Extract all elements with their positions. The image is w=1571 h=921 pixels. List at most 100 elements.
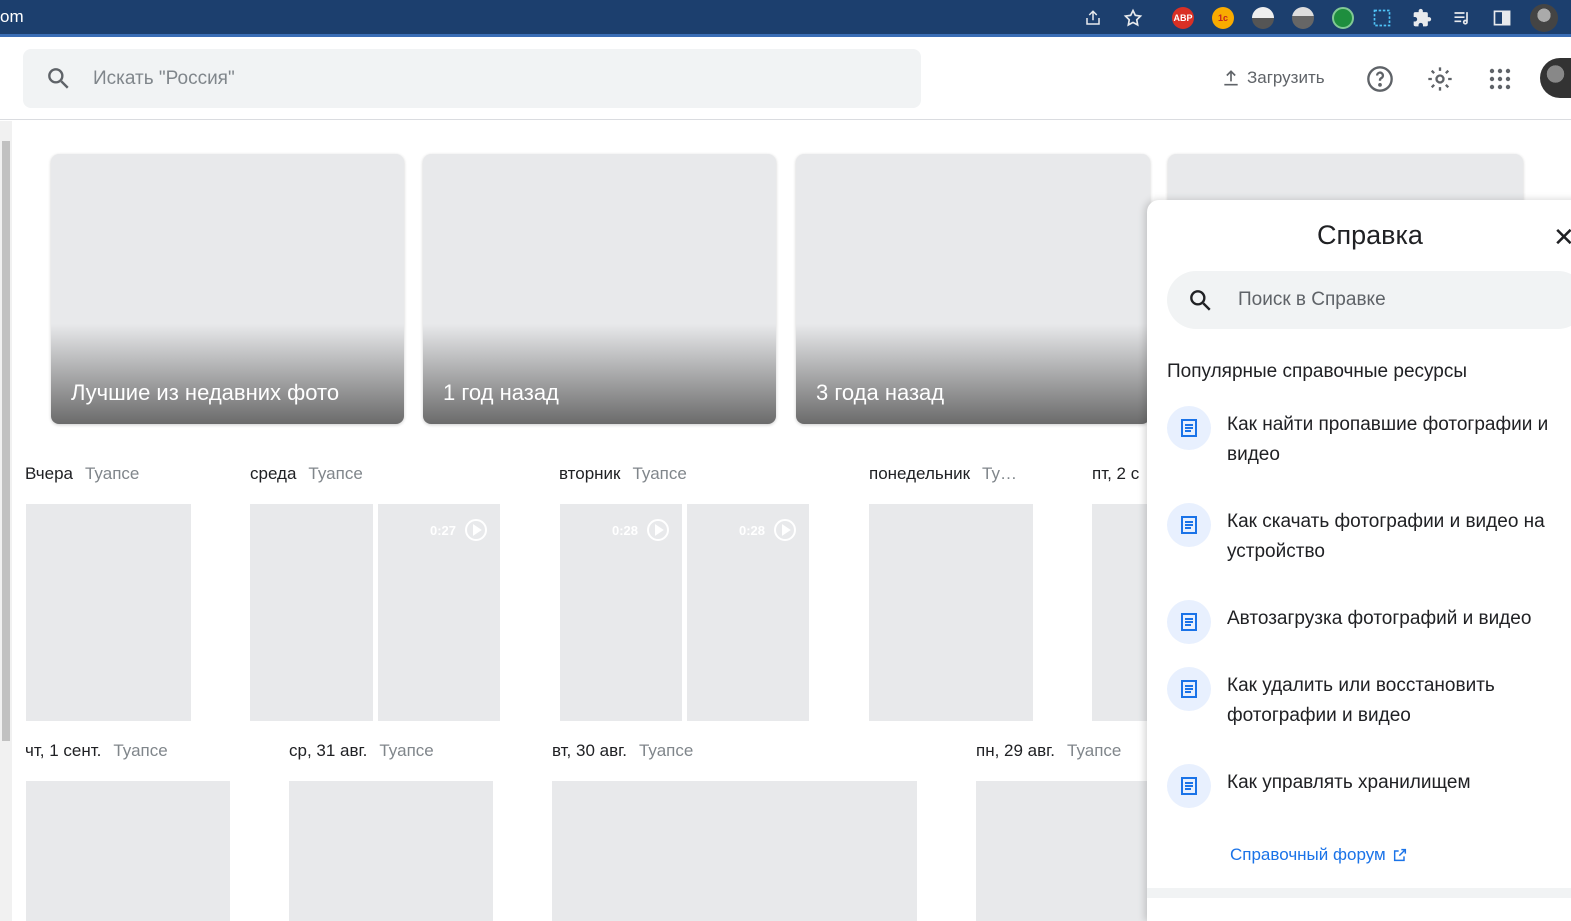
date-group-header: понедельник Ту… <box>869 464 1017 484</box>
memory-label: 1 год назад <box>443 380 559 405</box>
forum-label[interactable]: Справочный форум <box>1230 845 1386 865</box>
video-duration: 0:28 <box>739 518 797 542</box>
help-search-input[interactable]: Поиск в Справке <box>1238 289 1386 311</box>
photo-thumbnail[interactable] <box>552 781 917 921</box>
photo-thumbnail[interactable] <box>869 504 1033 721</box>
date-group-header: пт, 2 с <box>1092 464 1139 484</box>
play-circle-icon <box>465 519 487 541</box>
date-group-header: ср, 31 авг. Туапсе <box>289 741 434 761</box>
date-label: понедельник <box>869 464 971 483</box>
scrollbar-thumb[interactable] <box>2 141 10 741</box>
location-link[interactable]: Туапсе <box>1067 741 1121 760</box>
help-icon[interactable] <box>1366 65 1394 93</box>
location-link[interactable]: Туапсе <box>379 741 433 760</box>
external-link-icon <box>1393 848 1406 862</box>
photo-thumbnail[interactable] <box>289 781 493 921</box>
memory-gradient <box>796 324 1150 424</box>
help-title: Справка <box>1317 220 1423 250</box>
date-label: ср, 31 авг. <box>289 741 368 760</box>
memory-gradient <box>423 324 776 424</box>
resource-label[interactable]: Как удалить или восстановить фотографии … <box>1227 671 1571 731</box>
top-app-bar: Искать "Россия" Загрузить <box>0 40 1571 120</box>
panel-divider <box>1147 888 1571 898</box>
abp-icon[interactable]: ABP <box>1172 7 1194 29</box>
help-panel: Справка ✕ Поиск в Справке Популярные спр… <box>1147 200 1571 921</box>
resource-label[interactable]: Как найти пропавшие фотографии и видео <box>1227 410 1571 470</box>
memory-card[interactable]: 1 год назад <box>423 154 776 424</box>
search-icon[interactable] <box>45 65 71 96</box>
location-link[interactable]: Туапсе <box>85 464 139 483</box>
account-avatar[interactable] <box>1540 58 1571 98</box>
profile-avatar[interactable] <box>1530 4 1558 32</box>
resource-label[interactable]: Автозагрузка фотографий и видео <box>1227 604 1571 634</box>
location-link[interactable]: Туапсе <box>308 464 362 483</box>
location-link[interactable]: Туапсе <box>113 741 167 760</box>
extension-globe-icon[interactable] <box>1292 7 1314 29</box>
date-group-header: среда Туапсе <box>250 464 363 484</box>
search-icon[interactable] <box>1187 287 1213 318</box>
settings-gear-icon[interactable] <box>1426 65 1454 93</box>
article-icon <box>1167 406 1211 450</box>
memory-card[interactable]: Лучшие из недавних фото <box>51 154 404 424</box>
photo-thumbnail[interactable] <box>976 781 1152 921</box>
video-duration: 0:28 <box>612 518 670 542</box>
address-bar-fragment[interactable]: om <box>0 7 24 27</box>
sidepanel-icon[interactable] <box>1490 6 1514 30</box>
article-icon <box>1167 764 1211 808</box>
date-label: пт, 2 с <box>1092 464 1140 483</box>
star-icon[interactable] <box>1121 6 1145 30</box>
upload-button[interactable]: Загрузить <box>1221 68 1325 88</box>
help-forum-link[interactable]: Справочный форум <box>1230 845 1408 865</box>
upload-icon <box>1224 70 1238 86</box>
help-search-box[interactable]: Поиск в Справке <box>1167 271 1571 329</box>
location-link[interactable]: Туапсе <box>632 464 686 483</box>
video-thumbnail[interactable]: 0:28 <box>560 504 682 721</box>
memory-label: 3 года назад <box>816 380 945 405</box>
video-thumbnail[interactable]: 0:27 <box>378 504 500 721</box>
resource-label[interactable]: Как управлять хранилищем <box>1227 768 1571 798</box>
play-circle-icon <box>647 519 669 541</box>
location-link[interactable]: Ту… <box>982 464 1017 483</box>
date-group-header: Вчера Туапсе <box>25 464 139 484</box>
play-circle-icon <box>774 519 796 541</box>
date-group-header: пн, 29 авг. Туапсе <box>976 741 1121 761</box>
date-label: пн, 29 авг. <box>976 741 1056 760</box>
share-icon[interactable] <box>1081 6 1105 30</box>
date-label: среда <box>250 464 297 483</box>
memory-card[interactable]: 3 года назад <box>796 154 1150 424</box>
section-title: Популярные справочные ресурсы <box>1167 361 1468 382</box>
photo-thumbnail[interactable] <box>26 504 191 721</box>
apps-grid-icon[interactable] <box>1486 65 1514 93</box>
article-icon <box>1167 667 1211 711</box>
resource-label[interactable]: Как скачать фотографии и видео на устрой… <box>1227 507 1571 567</box>
video-duration: 0:27 <box>430 518 488 542</box>
date-group-header: вторник Туапсе <box>559 464 687 484</box>
article-icon <box>1167 503 1211 547</box>
video-thumbnail[interactable]: 0:28 <box>687 504 809 721</box>
browser-toolbar: om ABP 1c <box>0 0 1571 37</box>
extension-1c-icon[interactable]: 1c <box>1212 7 1234 29</box>
location-link[interactable]: Туапсе <box>639 741 693 760</box>
screenshot-icon[interactable] <box>1370 6 1394 30</box>
date-label: вт, 30 авг. <box>552 741 627 760</box>
memory-label: Лучшие из недавних фото <box>71 380 340 405</box>
article-icon <box>1167 600 1211 644</box>
page-scrollbar[interactable] <box>0 121 12 921</box>
extension-green-icon[interactable] <box>1332 7 1354 29</box>
photo-thumbnail[interactable] <box>1092 504 1152 721</box>
date-label: вторник <box>559 464 621 483</box>
search-input[interactable]: Искать "Россия" <box>93 68 235 90</box>
search-box[interactable]: Искать "Россия" <box>23 49 921 108</box>
memory-gradient <box>51 324 404 424</box>
extension-dome-icon[interactable] <box>1252 7 1274 29</box>
date-group-header: вт, 30 авг. Туапсе <box>552 741 693 761</box>
date-label: чт, 1 сент. <box>25 741 102 760</box>
close-icon[interactable]: ✕ <box>1553 222 1571 253</box>
photo-thumbnail[interactable] <box>250 504 373 721</box>
date-group-header: чт, 1 сент. Туапсе <box>25 741 168 761</box>
photo-thumbnail[interactable] <box>26 781 230 921</box>
media-icon[interactable] <box>1450 6 1474 30</box>
upload-label: Загрузить <box>1247 68 1325 87</box>
puzzle-icon[interactable] <box>1410 6 1434 30</box>
date-label: Вчера <box>25 464 73 483</box>
